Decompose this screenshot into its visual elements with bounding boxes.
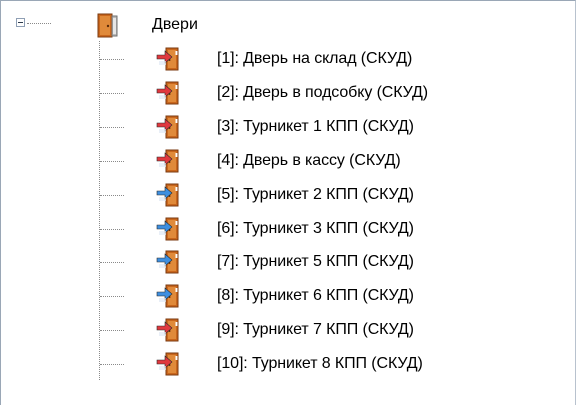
door-enter-icon	[156, 216, 180, 242]
tree-connector	[100, 160, 124, 162]
door-enter-icon	[156, 80, 180, 106]
tree-node-door[interactable]: [4]: Дверь в кассу (СКУД)	[1, 148, 571, 174]
tree-connector	[100, 126, 124, 128]
door-enter-icon	[156, 249, 180, 275]
tree-node-door[interactable]: [8]: Турникет 6 КПП (СКУД)	[1, 283, 571, 309]
device-tree: Двери [1]: Дверь на склад (СКУД) [2]: Две…	[1, 1, 576, 406]
tree-node-label: [5]: Турникет 2 КПП (СКУД)	[217, 185, 414, 203]
tree-connector	[100, 262, 124, 264]
door-enter-icon	[156, 46, 180, 72]
tree-connector	[100, 92, 124, 94]
tree-connector	[100, 364, 124, 366]
tree-node-door[interactable]: [6]: Турникет 3 КПП (СКУД)	[1, 216, 571, 242]
door-enter-icon	[156, 114, 180, 140]
folder-door-icon	[97, 13, 119, 39]
tree-node-doors[interactable]: Двери	[1, 13, 561, 39]
tree-node-door[interactable]: [3]: Турникет 1 КПП (СКУД)	[1, 114, 571, 140]
door-enter-icon	[156, 283, 180, 309]
collapse-toggle[interactable]	[16, 18, 25, 27]
tree-connector	[100, 59, 124, 60]
tree-connector	[100, 194, 124, 196]
tree-node-door[interactable]: [7]: Турникет 5 КПП (СКУД)	[1, 249, 571, 275]
tree-node-door[interactable]: [9]: Турникет 7 КПП (СКУД)	[1, 317, 571, 343]
tree-node-label: [3]: Турникет 1 КПП (СКУД)	[217, 117, 414, 135]
tree-node-door[interactable]: [2]: Дверь в подсобку (СКУД)	[1, 80, 571, 106]
tree-node-label: [6]: Турникет 3 КПП (СКУД)	[217, 219, 414, 237]
tree-connector	[100, 330, 124, 332]
tree-node-label: Двери	[152, 16, 198, 33]
tree-node-label: [10]: Турникет 8 КПП (СКУД)	[217, 355, 423, 373]
tree-node-label: [1]: Дверь на склад (СКУД)	[217, 50, 413, 67]
door-enter-icon	[156, 317, 180, 343]
tree-node-door[interactable]: [10]: Турникет 8 КПП (СКУД)	[1, 351, 571, 377]
tree-node-label: [7]: Турникет 5 КПП (СКУД)	[217, 253, 414, 271]
door-enter-icon	[156, 148, 180, 174]
tree-connector	[100, 296, 124, 298]
tree-node-label: [8]: Турникет 6 КПП (СКУД)	[217, 287, 414, 305]
tree-node-door[interactable]: [1]: Дверь на склад (СКУД)	[1, 46, 571, 72]
tree-node-door[interactable]: [5]: Турникет 2 КПП (СКУД)	[1, 182, 571, 208]
tree-node-label: [4]: Дверь в кассу (СКУД)	[217, 151, 401, 169]
tree-view-panel: Двери [1]: Дверь на склад (СКУД) [2]: Две…	[0, 0, 576, 405]
door-enter-icon	[156, 351, 180, 377]
tree-node-label: [2]: Дверь в подсобку (СКУД)	[217, 83, 428, 101]
tree-connector	[100, 228, 124, 230]
tree-node-label: [9]: Турникет 7 КПП (СКУД)	[217, 321, 414, 339]
door-enter-icon	[156, 182, 180, 208]
tree-connector	[27, 23, 51, 24]
